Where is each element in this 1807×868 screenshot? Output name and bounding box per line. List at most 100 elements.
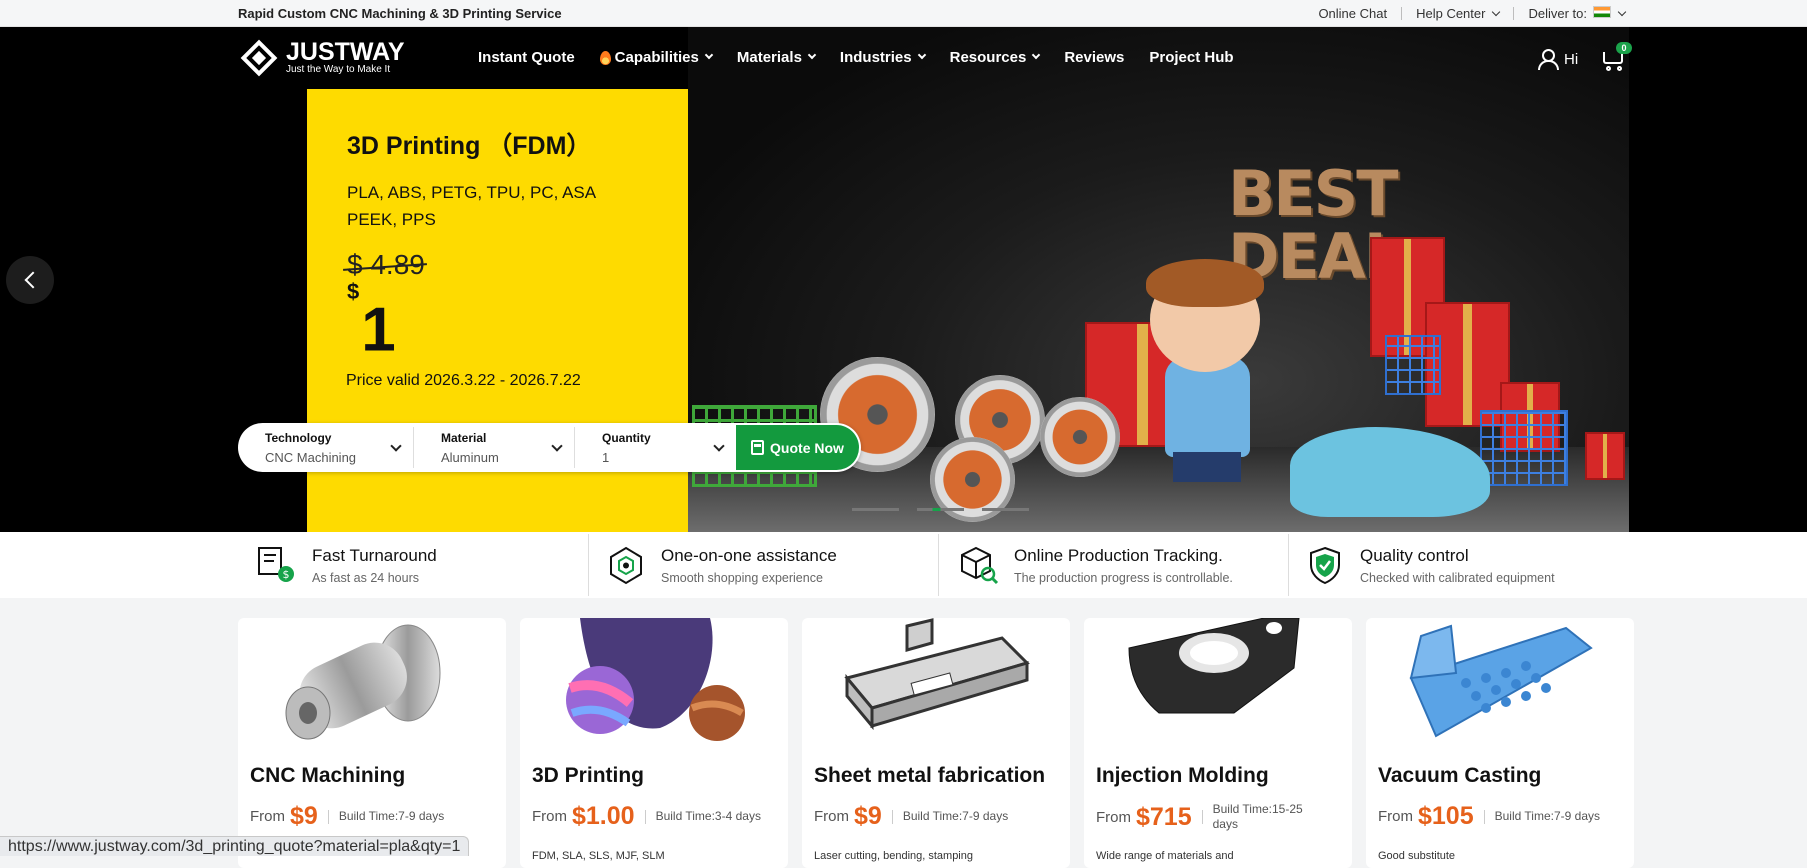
price-amount: $9 [290,802,318,830]
carousel-prev-button[interactable] [6,256,54,304]
quantity-select[interactable]: Quantity 1 [575,427,736,468]
nav-label: Resources [949,49,1027,66]
nav-reviews[interactable]: Reviews [1064,49,1124,66]
svg-text:$: $ [283,568,290,581]
cnc-part-image [238,618,506,748]
service-card-sheet-metal[interactable]: Sheet metal fabrication From $9 Build Ti… [802,618,1070,868]
card-title: Sheet metal fabrication [814,764,1046,787]
help-center-label: Help Center [1416,6,1486,21]
card-description: FDM, SLA, SLS, MJF, SLM [532,850,665,862]
material-select[interactable]: Material Aluminum [414,427,575,468]
help-center-menu[interactable]: Help Center [1416,6,1501,21]
3d-print-image [520,618,788,748]
from-label: From [1378,808,1413,825]
feature-title: One-on-one assistance [661,545,837,565]
card-description: Laser cutting, bending, stamping [814,850,973,862]
nav-label: Project Hub [1149,49,1234,66]
promo-validity: Price valid 2026.3.22 - 2026.7.22 [346,372,581,389]
price-amount: $105 [1418,802,1474,830]
divider [1483,809,1485,824]
card-title: Vacuum Casting [1378,764,1542,787]
nav-industries[interactable]: Industries [839,49,926,66]
currency-symbol: $ [347,279,360,304]
price-amount: $715 [1136,802,1192,831]
technology-select[interactable]: Technology CNC Machining [238,427,414,468]
nav-label: Industries [839,49,912,66]
top-strip: Rapid Custom CNC Machining & 3D Printing… [0,0,1807,27]
feature-text: Quality control Checked with calibrated … [1360,546,1555,585]
blue-lattice-cube [1480,410,1568,486]
divider [327,809,329,824]
feature-fast-turnaround: $ Fast Turnaround As fast as 24 hours [256,532,437,598]
divider [891,809,893,824]
nav-project-hub[interactable]: Project Hub [1149,49,1233,66]
divider [588,534,589,596]
service-card-vacuum-casting[interactable]: Vacuum Casting From $105 Build Time:7-9 … [1366,618,1634,868]
service-card-cnc[interactable]: CNC Machining From $9 Build Time:7-9 day… [238,618,506,868]
field-value: Aluminum [441,450,499,465]
brand-name: JUSTWAY [286,38,405,66]
shield-check-icon [1304,544,1346,586]
divider [644,809,646,824]
promo-new-price: $1 [347,279,396,365]
features-strip: $ Fast Turnaround As fast as 24 hours On… [0,532,1807,598]
cart-wheel [1617,66,1622,71]
feature-subtitle: Checked with calibrated equipment [1360,570,1555,585]
nav-capabilities[interactable]: Capabilities [599,49,714,66]
quote-now-button[interactable]: Quote Now [736,425,859,470]
india-flag-icon [1593,6,1611,18]
feature-quality-control: Quality control Checked with calibrated … [1304,532,1555,598]
brand-slogan: Just the Way to Make It [286,64,391,75]
nav-materials[interactable]: Materials [736,49,817,66]
vacuum-casting-image [1366,618,1634,748]
divider [938,534,939,596]
deliver-to-menu[interactable]: Deliver to: [1528,6,1627,21]
promo-materials: PLA, ABS, PETG, TPU, PC, ASA PEEK, PPS [347,179,647,233]
cart-button[interactable]: 0 [1600,42,1632,73]
feature-title: Online Production Tracking. [1014,545,1223,565]
blue-lattice-cube [1385,335,1441,395]
online-chat-link[interactable]: Online Chat [1318,6,1387,21]
service-card-3d-printing[interactable]: 3D Printing From $1.00 Build Time:3-4 da… [520,618,788,868]
build-time: Build Time:15-25 days [1212,802,1303,831]
justway-logo[interactable]: JUSTWAY Just the Way to Make It [238,37,405,79]
nav-menu: Instant Quote Capabilities Materials Ind… [478,49,1259,66]
nav-resources[interactable]: Resources [949,49,1041,66]
figurine-shorts [1173,452,1241,482]
price-value: 1 [361,295,396,365]
from-label: From [814,808,849,825]
card-title: 3D Printing [532,764,645,787]
browser-status-url: https://www.justway.com/3d_printing_quot… [0,836,470,856]
field-value: 1 [602,450,610,465]
promo-materials-line: PLA, ABS, PETG, TPU, PC, ASA [347,183,597,202]
card-price-row: From $105 Build Time:7-9 days [1378,802,1605,831]
divider [1401,7,1403,20]
carousel-dot[interactable] [852,508,899,511]
from-label: From [250,808,285,825]
field-value: CNC Machining [265,450,357,465]
feature-subtitle: As fast as 24 hours [312,570,420,585]
price-amount: $9 [854,802,882,830]
field-label: Technology [265,431,332,445]
from-label: From [1096,808,1131,826]
turnaround-icon: $ [256,544,298,586]
divider [1513,7,1515,20]
build-time: Build Time:7-9 days [902,809,1009,823]
nav-instant-quote[interactable]: Instant Quote [478,49,575,66]
tracking-icon [958,544,1000,586]
nav-label: Instant Quote [478,49,575,66]
promo-materials-line: PEEK, PPS [347,210,436,229]
divider [1288,534,1289,596]
account-button[interactable]: Hi [1538,49,1578,70]
card-title: Injection Molding [1096,764,1269,787]
nav-label: Materials [736,49,802,66]
calculator-icon [751,440,765,455]
card-price-row: From $715 Build Time:15-25 days [1096,802,1323,832]
injection-mold-image [1084,617,1352,748]
carousel-dot[interactable] [982,508,1029,511]
feature-text: One-on-one assistance Smooth shopping ex… [661,546,837,585]
from-label: From [532,808,567,825]
service-card-injection-molding[interactable]: Injection Molding From $715 Build Time:1… [1084,617,1352,868]
promo-title: 3D Printing （FDM） [347,132,592,160]
carousel-dot-active[interactable] [917,508,964,511]
